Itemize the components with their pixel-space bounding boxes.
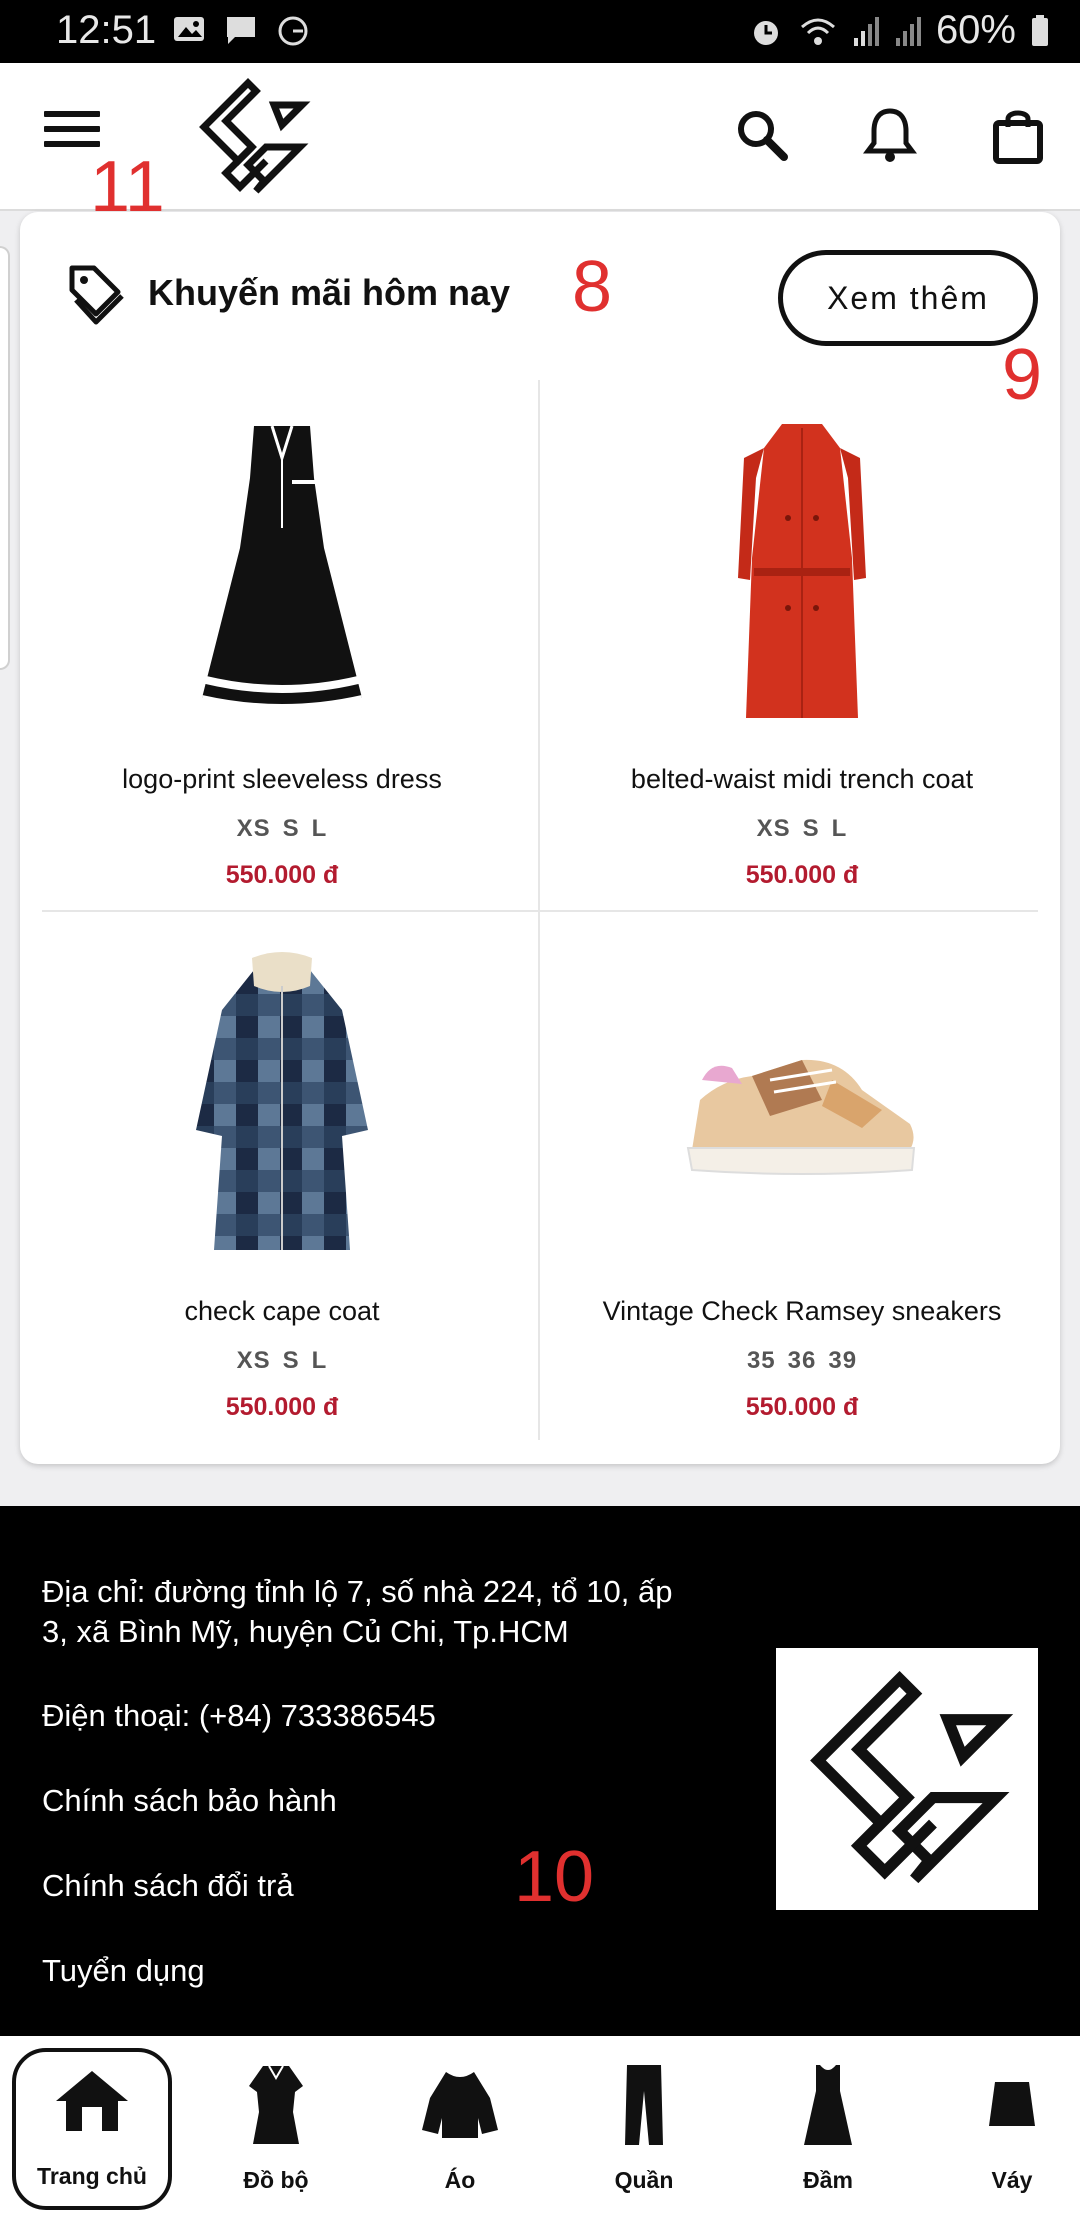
message-icon	[227, 17, 255, 44]
product-card[interactable]: Vintage Check Ramsey sneakers 35 36 39 550…	[552, 940, 1052, 1422]
product-card[interactable]: logo-print sleeveless dress XS S L 550.000…	[32, 408, 532, 890]
promo-title: Khuyến mãi hôm nay	[148, 272, 511, 313]
annotation-8: 8	[572, 247, 613, 327]
size-option: XS	[236, 1347, 271, 1374]
nav-item-pants[interactable]: Quần	[564, 2048, 724, 2210]
size-option: 39	[828, 1347, 858, 1374]
nav-label: Quần	[614, 2167, 674, 2193]
status-bar: 12:51 60%	[0, 0, 1080, 63]
shopping-bag-icon[interactable]	[988, 105, 1048, 165]
brand-logo[interactable]	[190, 75, 314, 199]
product-card[interactable]: belted-waist midi trench coat XS S L 550.0…	[552, 408, 1052, 890]
product-sizes: XS S L	[32, 1347, 532, 1375]
tag-icon	[69, 265, 124, 325]
size-option: S	[282, 815, 300, 842]
status-notification-icons	[172, 14, 310, 48]
product-sizes: XS S L	[32, 815, 532, 843]
annotation-11: 11	[90, 147, 165, 227]
product-price: 550.000 đ	[225, 861, 339, 889]
skirt-icon	[969, 2059, 1055, 2149]
footer: Địa chỉ: đường tỉnh lộ 7, số nhà 224, tổ…	[0, 1506, 1080, 2036]
product-name: logo-print sleeveless dress	[122, 764, 442, 794]
g-icon	[278, 16, 308, 46]
nav-item-home[interactable]: Trang chủ	[12, 2048, 172, 2210]
product-sizes: XS S L	[552, 815, 1052, 843]
battery-icon	[1032, 14, 1048, 46]
nav-label: Đồ bộ	[243, 2167, 309, 2193]
search-icon[interactable]	[732, 105, 792, 165]
pants-icon	[601, 2059, 687, 2149]
product-price: 550.000 đ	[745, 861, 859, 889]
footer-careers-link[interactable]: Tuyển dụng	[42, 1953, 205, 1989]
signal2-icon	[895, 16, 921, 46]
size-option: L	[311, 1347, 328, 1374]
product-card[interactable]: check cape coat XS S L 550.000 đ	[32, 940, 532, 1422]
bottom-navigation: Trang chủ Đồ bộ Áo Quần Đầm Váy	[0, 2036, 1080, 2220]
promo-card: Khuyến mãi hôm nay Xem thêm logo-print s…	[20, 212, 1060, 1464]
nav-label: Váy	[991, 2167, 1033, 2193]
alarm-icon	[753, 20, 778, 45]
nav-item-dress[interactable]: Đầm	[748, 2048, 908, 2210]
footer-returns-link[interactable]: Chính sách đổi trả	[42, 1868, 294, 1904]
status-time: 12:51	[56, 8, 157, 52]
size-option: 36	[787, 1347, 817, 1374]
battery-percent: 60%	[935, 8, 1016, 52]
set-outfit-icon	[233, 2059, 319, 2149]
footer-brand-logo	[776, 1648, 1038, 1910]
left-drawer-edge	[0, 246, 10, 670]
footer-address-line1: Địa chỉ: đường tỉnh lộ 7, số nhà 224, tổ…	[42, 1574, 673, 1609]
footer-address-line2: 3, xã Bình Mỹ, huyện Củ Chi, Tp.HCM	[42, 1614, 569, 1649]
size-option: L	[831, 815, 848, 842]
grid-horizontal-divider	[42, 910, 1038, 912]
nav-label: Đầm	[803, 2167, 853, 2193]
product-image-cape-coat[interactable]	[32, 940, 532, 1280]
nav-item-skirt[interactable]: Váy	[932, 2048, 1080, 2210]
nav-item-set-outfit[interactable]: Đồ bộ	[196, 2048, 356, 2210]
size-option: XS	[756, 815, 791, 842]
image-icon	[174, 17, 204, 41]
status-right: 60%	[748, 8, 1050, 53]
size-option: 35	[746, 1347, 776, 1374]
product-price: 550.000 đ	[225, 1393, 339, 1421]
wifi-icon	[800, 18, 835, 45]
product-sizes: 35 36 39	[552, 1347, 1052, 1375]
shirt-icon	[417, 2059, 503, 2149]
signal-icon	[853, 16, 879, 46]
nav-label: Áo	[444, 2167, 476, 2193]
annotation-10: 10	[514, 1837, 595, 1917]
size-option: L	[311, 815, 328, 842]
home-icon	[49, 2055, 135, 2145]
dress-icon	[785, 2059, 871, 2149]
product-name: check cape coat	[184, 1296, 380, 1326]
app-root: 12:51 60% Khuyến mãi hôm nay Xem thêm lo…	[0, 0, 1080, 2220]
footer-phone[interactable]: Điện thoại: (+84) 733386545	[42, 1698, 436, 1734]
annotation-9: 9	[1002, 335, 1043, 415]
product-price: 550.000 đ	[745, 1393, 859, 1421]
see-more-button[interactable]: Xem thêm	[778, 250, 1038, 346]
product-name: belted-waist midi trench coat	[630, 764, 974, 794]
bell-icon[interactable]	[860, 105, 920, 165]
product-image-dress[interactable]	[32, 408, 532, 748]
size-option: S	[802, 815, 820, 842]
nav-item-shirt[interactable]: Áo	[380, 2048, 540, 2210]
size-option: S	[282, 1347, 300, 1374]
product-image-trench-coat[interactable]	[552, 408, 1052, 748]
product-image-sneakers[interactable]	[552, 940, 1052, 1280]
product-name: Vintage Check Ramsey sneakers	[602, 1296, 1002, 1326]
nav-label: Trang chủ	[37, 2163, 147, 2189]
footer-warranty-link[interactable]: Chính sách bảo hành	[42, 1783, 337, 1819]
size-option: XS	[236, 815, 271, 842]
